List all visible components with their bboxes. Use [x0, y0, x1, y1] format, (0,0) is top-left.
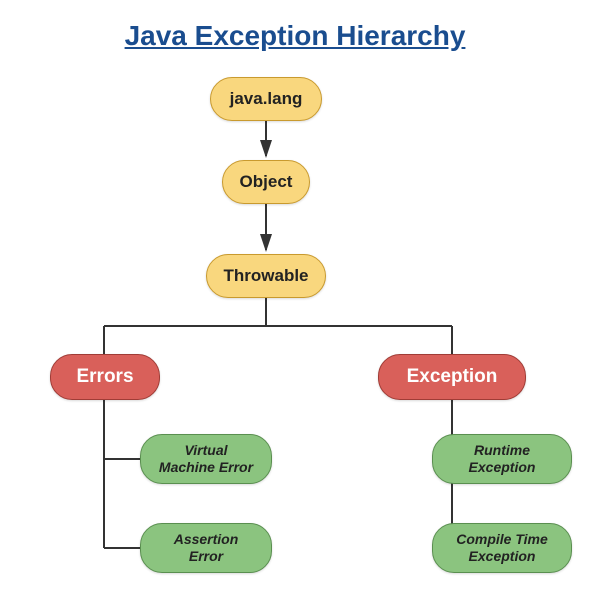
node-virtual-machine-error: Virtual Machine Error [140, 434, 272, 484]
node-compile-time-exception: Compile Time Exception [432, 523, 572, 573]
node-throwable: Throwable [206, 254, 326, 298]
node-javalang: java.lang [210, 77, 322, 121]
diagram-title: Java Exception Hierarchy [125, 20, 466, 52]
node-label: Virtual Machine Error [155, 442, 257, 476]
node-exception: Exception [378, 354, 526, 400]
node-label: Runtime Exception [447, 442, 557, 476]
node-errors: Errors [50, 354, 160, 400]
node-runtime-exception: Runtime Exception [432, 434, 572, 484]
node-assertion-error: Assertion Error [140, 523, 272, 573]
node-object: Object [222, 160, 310, 204]
node-label: Assertion Error [155, 531, 257, 565]
node-label: Compile Time Exception [447, 531, 557, 565]
